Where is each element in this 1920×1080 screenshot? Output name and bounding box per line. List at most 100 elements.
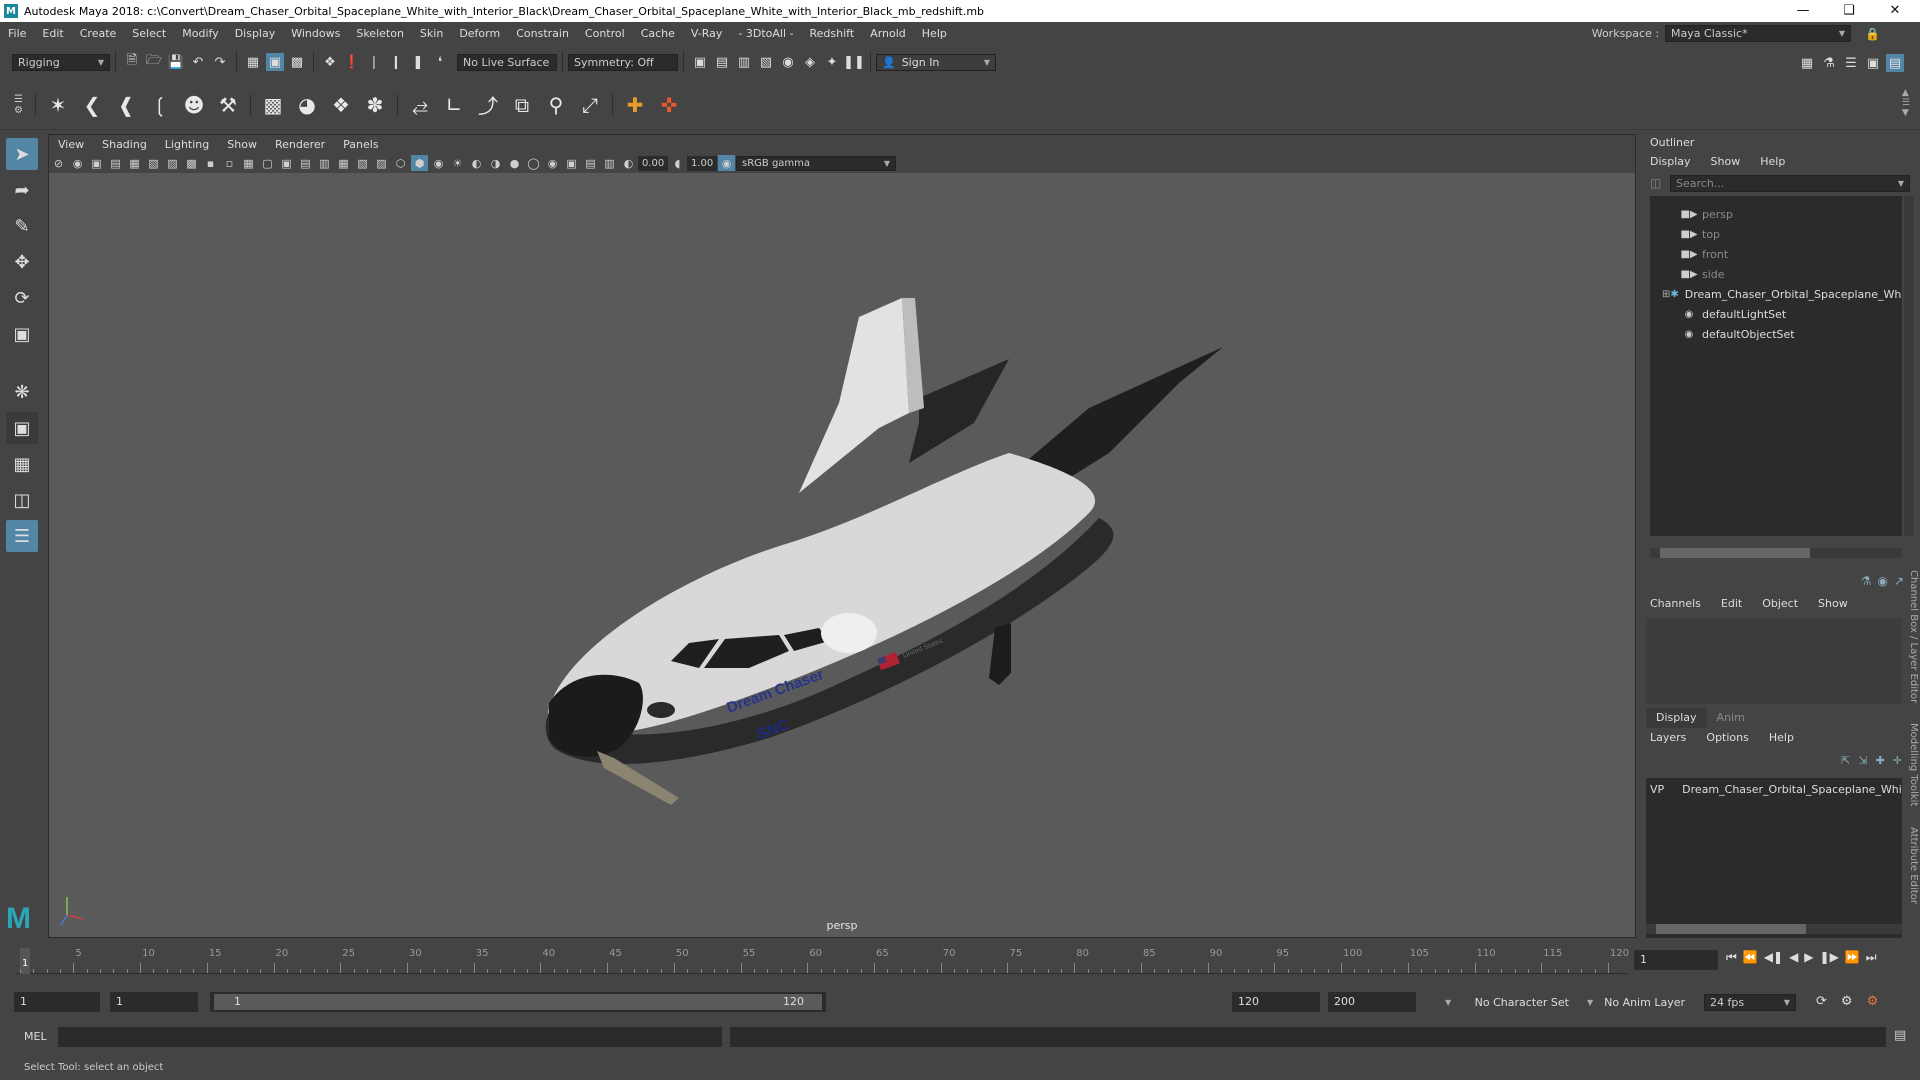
bookmark-icon[interactable]: ▣ [88, 155, 105, 171]
move-layer-up-icon[interactable]: ⇱ [1841, 754, 1850, 767]
snap-grid-icon[interactable]: ❖ [321, 53, 339, 71]
safe-action-icon[interactable]: ▪ [202, 155, 219, 171]
shaded-cube-icon[interactable]: ⬡ [392, 155, 409, 171]
snap-live-icon[interactable]: ❛ [431, 53, 449, 71]
create-joint-icon[interactable]: ✶ [43, 90, 73, 120]
outliner-vertical-scrollbar[interactable] [1904, 196, 1914, 536]
use-all-lights-icon[interactable]: ☀ [449, 155, 466, 171]
playback-end-field[interactable]: 120 [1232, 992, 1320, 1012]
outliner-menu-show[interactable]: Show [1701, 155, 1751, 168]
character-set-dropdown[interactable]: ▼ No Character Set [1436, 994, 1574, 1011]
outliner-menu-display[interactable]: Display [1640, 155, 1701, 168]
menu-3dtoall[interactable]: - 3DtoAll - [730, 27, 801, 40]
channel-box-menu-object[interactable]: Object [1752, 597, 1808, 610]
snap-curve-icon[interactable]: ❗ [343, 53, 361, 71]
save-scene-icon[interactable]: 💾 [167, 53, 185, 71]
xray-icon[interactable]: ▦ [335, 155, 352, 171]
resolution-gate-icon[interactable]: ▧ [145, 155, 162, 171]
menu-skin[interactable]: Skin [412, 27, 451, 40]
render-view-icon[interactable]: ▣ [691, 53, 709, 71]
aim-constraint-icon[interactable]: ∟ [439, 90, 469, 120]
ambient-occlusion-icon[interactable]: ◑ [487, 155, 504, 171]
command-language-label[interactable]: MEL [24, 1030, 47, 1043]
layer-visibility-toggle[interactable]: V [1650, 783, 1658, 796]
viewport-menu-shading[interactable]: Shading [93, 138, 156, 151]
outliner-search-input[interactable]: Search... ▼ [1670, 174, 1910, 192]
redo-icon[interactable]: ↷ [211, 53, 229, 71]
menu-display[interactable]: Display [227, 27, 284, 40]
channel-box-toggle-icon[interactable]: ▤ [1886, 54, 1904, 72]
menu-cache[interactable]: Cache [633, 27, 683, 40]
gate-mask-icon[interactable]: ▨ [164, 155, 181, 171]
snap-surface-icon[interactable]: ❚ [409, 53, 427, 71]
channel-box-menu-edit[interactable]: Edit [1711, 597, 1752, 610]
close-button[interactable]: ✕ [1872, 0, 1918, 22]
scale-constraint-icon[interactable]: ⧉ [507, 90, 537, 120]
color-management-icon[interactable]: ◉ [718, 155, 735, 171]
side-tab-channel-box[interactable]: Channel Box / Layer Editor [1908, 570, 1919, 703]
ik-handle-icon[interactable]: ❮ [77, 90, 107, 120]
animation-start-field[interactable]: 1 [14, 992, 100, 1012]
outliner-horizontal-scrollbar[interactable] [1650, 548, 1902, 558]
quick-rig-icon[interactable]: ☻ [179, 90, 209, 120]
step-back-frame-icon[interactable]: ◀❚ [1764, 950, 1783, 965]
gamma-field[interactable]: 1.00 [687, 155, 717, 171]
humanik-icon[interactable]: ⚒ [213, 90, 243, 120]
scrollbar-thumb[interactable] [1656, 924, 1806, 934]
motion-blur-icon[interactable]: ● [506, 155, 523, 171]
persp-viewport[interactable]: Dream Chaser SNC United States persp [49, 173, 1635, 937]
layer-editor-icon[interactable]: ◉ [1877, 574, 1887, 588]
menu-constrain[interactable]: Constrain [508, 27, 577, 40]
tab-anim[interactable]: Anim [1707, 708, 1755, 728]
filter-icon[interactable]: ◫ [1650, 176, 1670, 190]
current-frame-field[interactable]: 1 [1634, 950, 1718, 970]
sync-icon[interactable]: ↗ [1894, 574, 1904, 588]
sign-in-button[interactable]: 👤 Sign In ▼ [876, 53, 996, 71]
xray-joints-icon[interactable]: ▧ [354, 155, 371, 171]
menu-create[interactable]: Create [72, 27, 125, 40]
wireframe-icon[interactable]: ▢ [259, 155, 276, 171]
isolate-select-icon[interactable]: ▣ [563, 155, 580, 171]
layer-menu-options[interactable]: Options [1696, 731, 1758, 744]
go-to-end-icon[interactable]: ⏭ [1866, 950, 1877, 965]
script-editor-icon[interactable]: ▤ [1894, 1028, 1906, 1043]
tool-settings-toggle-icon[interactable]: ▣ [1864, 54, 1882, 72]
backface-icon[interactable]: ▥ [601, 155, 618, 171]
smooth-shade-icon[interactable]: ▣ [278, 155, 295, 171]
grid-icon[interactable]: ▦ [240, 155, 257, 171]
play-forwards-icon[interactable]: ▶ [1804, 950, 1813, 965]
paint-weights-icon[interactable]: ◕ [292, 90, 322, 120]
outliner-menu-help[interactable]: Help [1750, 155, 1795, 168]
step-forward-key-icon[interactable]: ⏩ [1845, 950, 1860, 965]
outliner-item-defaultobjectset[interactable]: ◉ defaultObjectSet [1650, 324, 1902, 344]
exposure-field[interactable]: 0.00 [638, 155, 668, 171]
snap-view-icon[interactable]: ❙ [387, 53, 405, 71]
new-layer-icon[interactable]: ✚ [1876, 754, 1885, 767]
animation-prefs-icon[interactable]: ⚙ [1867, 994, 1879, 1009]
expand-icon[interactable]: ⊞ [1662, 289, 1670, 300]
camera-attributes-icon[interactable]: ◉ [69, 155, 86, 171]
show-manipulator-icon[interactable]: ❋ [6, 376, 38, 408]
menu-modify[interactable]: Modify [174, 27, 226, 40]
undo-icon[interactable]: ↶ [189, 53, 207, 71]
menu-windows[interactable]: Windows [283, 27, 348, 40]
outliner-item-defaultlightset[interactable]: ◉ defaultLightSet [1650, 304, 1902, 324]
channel-box-icon[interactable]: ⚗ [1861, 574, 1872, 588]
attribute-editor-toggle-icon[interactable]: ☰ [1842, 54, 1860, 72]
ik-spline-icon[interactable]: ❰ [111, 90, 141, 120]
viewport-menu-renderer[interactable]: Renderer [266, 138, 334, 151]
outliner-layout-icon[interactable]: ☰ [6, 520, 38, 552]
outliner-item-spaceplane[interactable]: ⊞ ✱ Dream_Chaser_Orbital_Spaceplane_Whit… [1650, 284, 1902, 304]
field-chart-icon[interactable]: ▩ [183, 155, 200, 171]
outliner-item-front[interactable]: ■▶ front [1650, 244, 1902, 264]
color-space-dropdown[interactable]: sRGB gamma ▼ [736, 155, 896, 171]
menu-select[interactable]: Select [124, 27, 174, 40]
range-slider-track[interactable]: 1 120 [210, 992, 826, 1012]
menu-skeleton[interactable]: Skeleton [348, 27, 412, 40]
select-component-icon[interactable]: ▩ [288, 53, 306, 71]
shadows-icon[interactable]: ◐ [468, 155, 485, 171]
move-layer-down-icon[interactable]: ⇲ [1858, 754, 1867, 767]
scrollbar-thumb[interactable] [1660, 548, 1810, 558]
lock-icon[interactable]: 🔒 [1865, 27, 1880, 41]
layer-horizontal-scrollbar[interactable] [1646, 924, 1902, 934]
